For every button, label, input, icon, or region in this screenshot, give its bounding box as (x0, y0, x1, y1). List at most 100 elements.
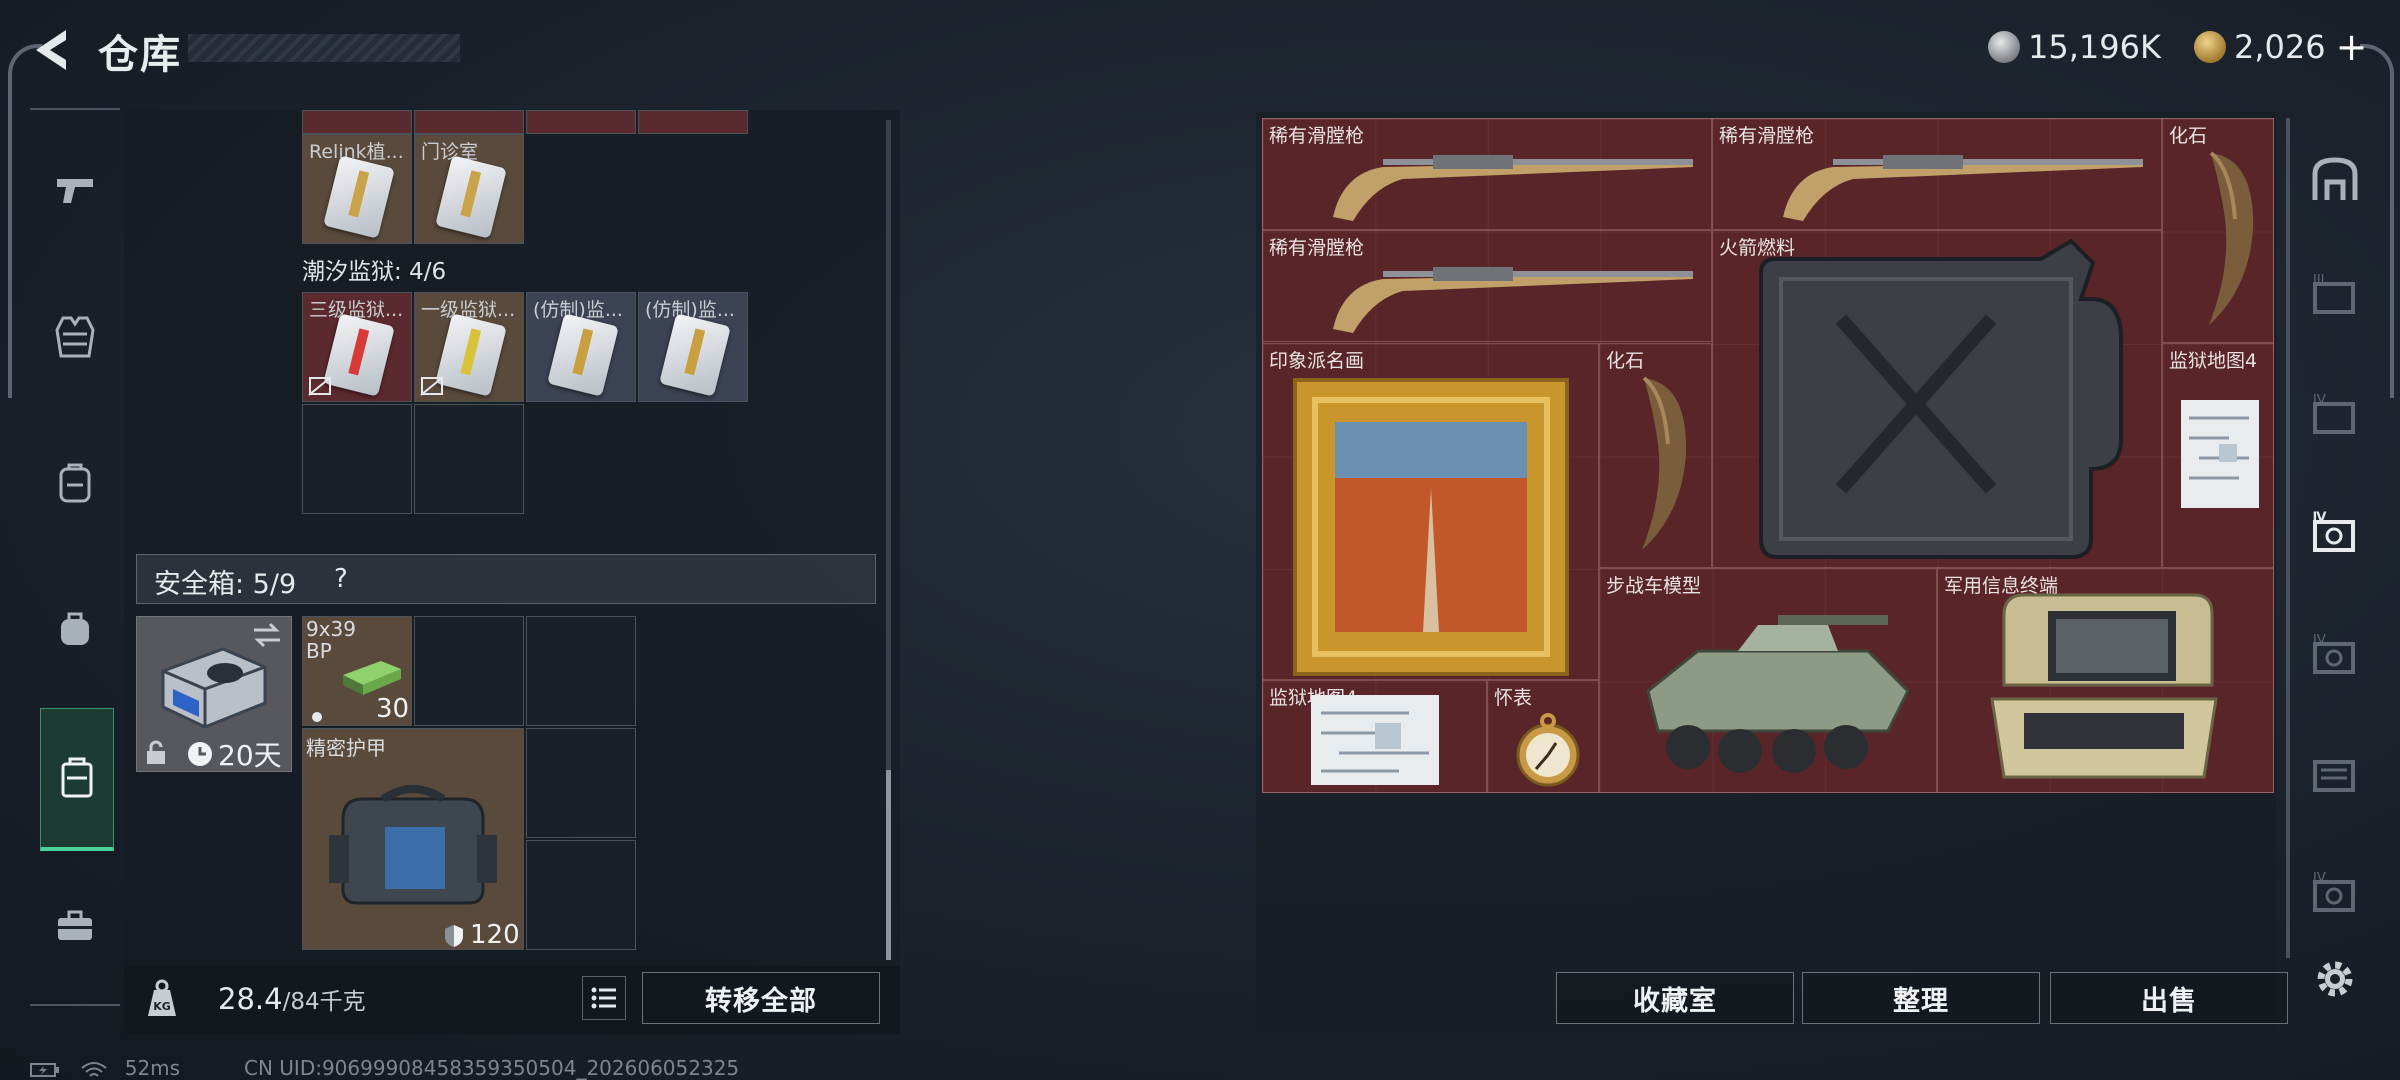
armor-bag-icon (329, 785, 497, 905)
keycard-slot[interactable]: 门诊室 (414, 134, 524, 244)
svg-text:IV: IV (2313, 633, 2326, 648)
list-view-button[interactable] (582, 976, 626, 1020)
rnav-tab-4c[interactable]: IV (2300, 620, 2370, 690)
rnav-tab-4a[interactable]: IV (2300, 380, 2370, 450)
list-icon (591, 987, 616, 1009)
settings-button[interactable] (2300, 944, 2370, 1014)
nav-armor[interactable] (38, 300, 112, 374)
map-item[interactable]: 监狱地图4 (1262, 680, 1487, 793)
gold-currency[interactable]: 2,026 + (2194, 24, 2367, 70)
nav-divider-bottom (30, 1004, 120, 1006)
rnav-tab-3[interactable]: III (2300, 260, 2370, 330)
no-trade-icon (420, 376, 444, 396)
stash-tab-icon: IV (2313, 633, 2355, 674)
empty-slot[interactable] (414, 404, 524, 514)
right-frame-bracket (2360, 44, 2394, 398)
stash-scrollbar[interactable] (2286, 118, 2290, 958)
nav-weapons[interactable] (38, 152, 112, 226)
safe-box-label: 安全箱: 5/9 (154, 569, 297, 600)
item-label: 化石 (1606, 350, 1645, 372)
back-icon[interactable] (26, 24, 74, 76)
stash-tab-icon: IV (2313, 871, 2355, 912)
empty-slot[interactable] (414, 616, 524, 726)
transfer-all-button[interactable]: 转移全部 (642, 972, 880, 1024)
item-slot-partial[interactable] (302, 110, 412, 134)
fossil-item[interactable]: 化石 (2162, 118, 2274, 343)
add-currency-button[interactable]: + (2336, 25, 2368, 69)
keycard-slot[interactable]: 三级监狱... (302, 292, 412, 402)
map-item[interactable]: 监狱地图4 (2162, 343, 2274, 568)
armor-durability: 120 (470, 920, 520, 950)
item-slot-partial[interactable] (414, 110, 524, 134)
empty-slot[interactable] (526, 616, 636, 726)
item-slot-partial[interactable] (638, 110, 748, 134)
keycard-icon (659, 313, 731, 397)
organize-button[interactable]: 整理 (1802, 972, 2040, 1024)
nav-toolbox[interactable] (38, 888, 112, 962)
ifv-model-item[interactable]: 步战车模型 (1599, 568, 1937, 793)
item-label: 怀表 (1494, 687, 1533, 709)
stash-tab-icon (2313, 760, 2355, 792)
ammo-box-icon (343, 661, 401, 695)
section-title: 潮汐监狱: 4/6 (302, 259, 447, 285)
collection-room-button[interactable]: 收藏室 (1556, 972, 1794, 1024)
keycard-slot[interactable]: (仿制)监... (526, 292, 636, 402)
rnav-tab-4d[interactable]: IV (2300, 858, 2370, 928)
empty-slot[interactable] (526, 728, 636, 838)
container-icon (61, 757, 93, 798)
painting-item[interactable]: 印象派名画 (1262, 343, 1599, 680)
terminal-item[interactable]: 军用信息终端 (1937, 568, 2274, 793)
ifv-icon (1646, 615, 1910, 773)
musket-item[interactable]: 稀有滑膛枪 (1262, 118, 1712, 230)
item-label: 监狱地图4 (2169, 350, 2258, 372)
help-button[interactable]: ? (334, 564, 348, 594)
swap-icon[interactable] (250, 620, 284, 650)
safe-box-expiry: 20天 (218, 739, 282, 772)
keycard-slot[interactable]: 一级监狱... (414, 292, 524, 402)
bag-icon (61, 612, 89, 645)
keycard-icon (435, 313, 507, 397)
silver-amount: 15,196K (2028, 28, 2161, 66)
map-icon (2181, 400, 2259, 508)
svg-text:IV: IV (2313, 393, 2326, 408)
empty-slot[interactable] (302, 404, 412, 514)
rocket-fuel-item[interactable]: 火箭燃料 (1712, 230, 2162, 568)
ammo-dot (312, 712, 322, 722)
pistol-icon (57, 179, 93, 203)
item-label: 印象派名画 (1269, 350, 1365, 372)
stash-tab-icon: IV (2313, 511, 2355, 552)
keycard-icon (323, 313, 395, 397)
svg-text:KG: KG (153, 1000, 171, 1013)
fossil-item[interactable]: 化石 (1599, 343, 1712, 568)
armor-slot[interactable] (302, 728, 524, 950)
item-label: 化石 (2169, 125, 2208, 147)
rnav-tab-4b[interactable]: IV (2300, 498, 2370, 568)
rnav-tab-5[interactable] (2300, 738, 2370, 808)
nav-bag[interactable] (38, 592, 112, 666)
nav-container[interactable] (40, 708, 114, 851)
musket-item[interactable]: 稀有滑膛枪 (1262, 230, 1712, 342)
svg-text:III: III (2313, 273, 2325, 288)
gold-amount: 2,026 (2234, 28, 2326, 66)
network-status: 52ms (30, 1056, 180, 1080)
item-slot-partial[interactable] (526, 110, 636, 134)
container-scroll-thumb[interactable] (886, 770, 891, 960)
painting-icon (1293, 378, 1569, 676)
ammo-label: 9x39 BP (306, 617, 357, 663)
stash-home-icon (2312, 157, 2358, 200)
musket-item[interactable]: 稀有滑膛枪 (1712, 118, 2162, 230)
nav-backpack[interactable] (38, 446, 112, 520)
stash-tab-icon: III (2313, 273, 2355, 314)
gold-coin-icon (2194, 31, 2226, 63)
empty-slot[interactable] (526, 840, 636, 950)
pocket-watch-item[interactable]: 怀表 (1487, 680, 1599, 793)
pocket-watch-icon (1516, 713, 1580, 787)
musket-icon (1333, 267, 1693, 333)
sell-button[interactable]: 出售 (2050, 972, 2288, 1024)
toolbox-icon (58, 910, 92, 940)
keycard-slot[interactable]: Relink植... (302, 134, 412, 244)
keycard-slot[interactable]: (仿制)监... (638, 292, 748, 402)
stash-tab-icon: IV (2313, 393, 2355, 434)
rnav-stash-home[interactable] (2300, 144, 2370, 214)
armor-label: 精密护甲 (306, 736, 386, 760)
